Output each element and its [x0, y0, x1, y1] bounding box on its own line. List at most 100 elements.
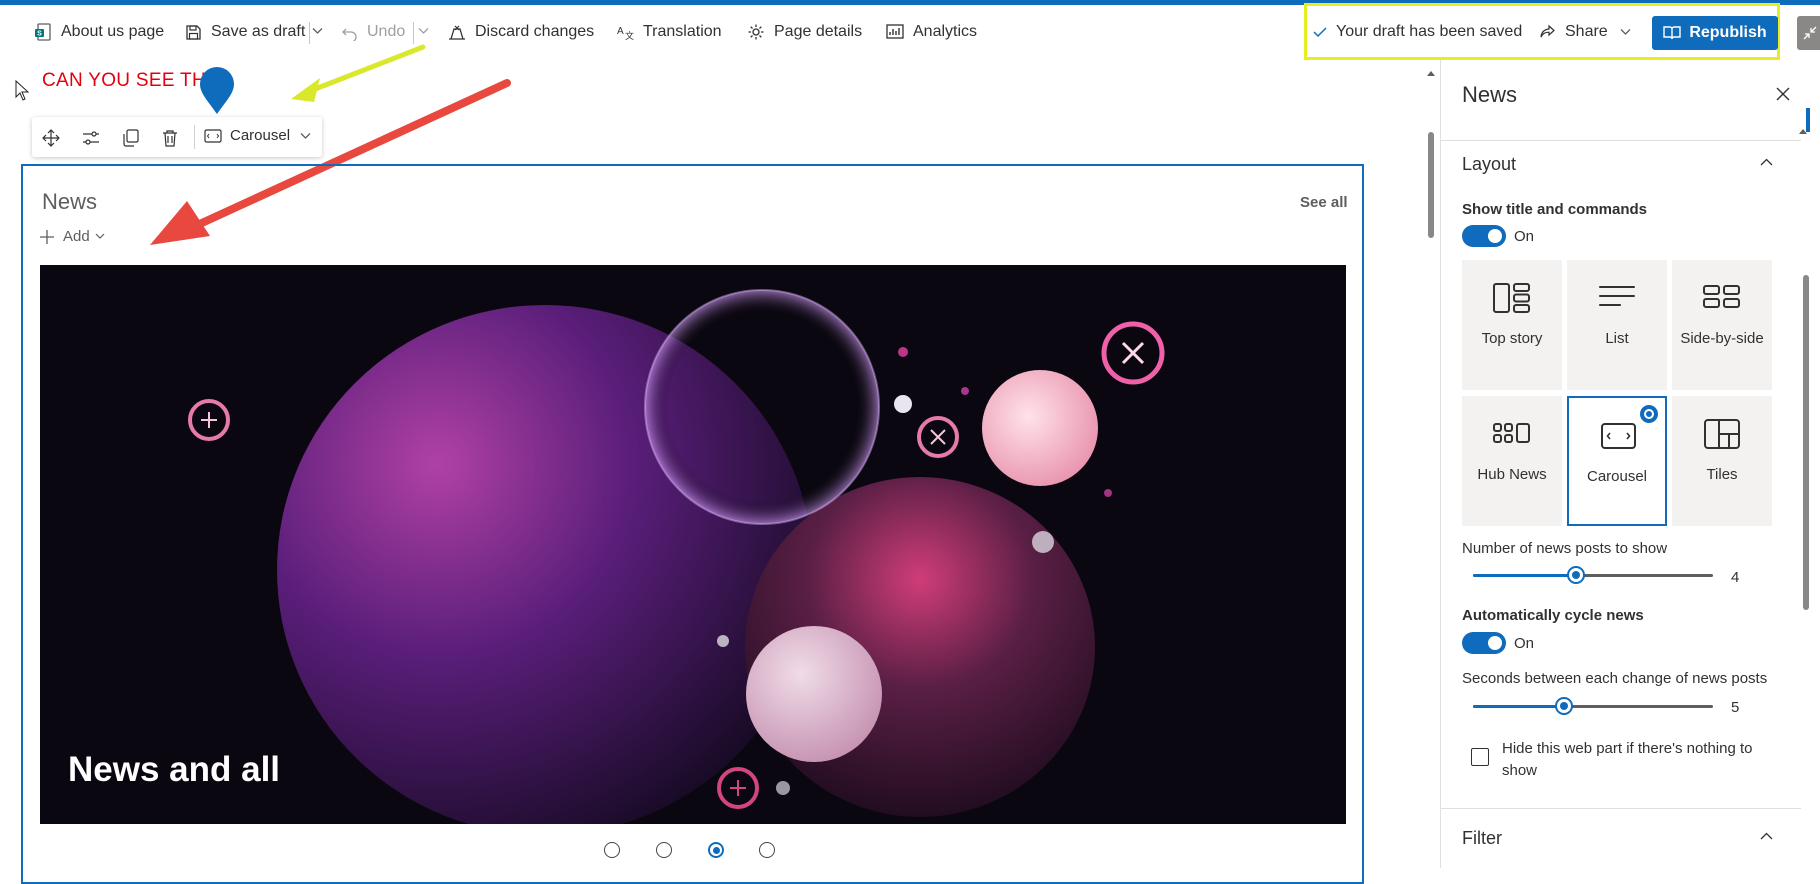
- plus-icon: [40, 229, 54, 244]
- carousel-dot-2[interactable]: [656, 842, 672, 858]
- carousel-dot-3[interactable]: [708, 842, 724, 858]
- seconds-label: Seconds between each change of news post…: [1462, 670, 1768, 687]
- discard-icon: [449, 25, 465, 40]
- layout-option-label: List: [1605, 330, 1629, 347]
- top-story-layout-icon: [1493, 283, 1530, 313]
- layout-option-hub-news[interactable]: Hub News: [1462, 396, 1562, 526]
- share-chevron-down-icon: [1620, 29, 1631, 35]
- carousel-icon: [204, 128, 222, 143]
- share-label: Share: [1565, 23, 1608, 40]
- draft-saved-status: Your draft has been saved: [1313, 20, 1522, 44]
- translation-label: Translation: [643, 23, 722, 40]
- web-part-toolbar: Carousel: [32, 117, 322, 157]
- share-icon: [1540, 24, 1555, 38]
- move-icon[interactable]: [42, 129, 60, 147]
- about-us-page-label: About us page: [61, 23, 165, 40]
- republish-label: Republish: [1689, 24, 1767, 41]
- carousel-dot-4[interactable]: [759, 842, 775, 858]
- undo-chevron-down-icon[interactable]: [418, 27, 429, 35]
- hide-web-part-label: Hide this web part if there's nothing to…: [1502, 740, 1753, 779]
- edit-properties-icon[interactable]: [82, 129, 100, 147]
- analytics-button[interactable]: Analytics: [886, 20, 977, 44]
- show-title-toggle[interactable]: [1462, 225, 1506, 247]
- share-button[interactable]: Share: [1539, 20, 1631, 44]
- analytics-icon: [886, 24, 904, 39]
- save-draft-chevron-down-icon[interactable]: [312, 27, 323, 35]
- layout-option-tiles[interactable]: Tiles: [1672, 396, 1772, 526]
- tiles-layout-icon: [1704, 419, 1740, 449]
- chevron-up-icon[interactable]: [1760, 158, 1773, 166]
- add-label: Add: [63, 228, 90, 245]
- duplicate-icon[interactable]: [122, 129, 140, 147]
- carousel-layout-icon: [1601, 423, 1636, 449]
- delete-trash-icon[interactable]: [161, 129, 179, 147]
- news-carousel-slide[interactable]: [40, 265, 1346, 824]
- chevron-down-icon: [300, 132, 311, 139]
- filter-section-header[interactable]: Filter: [1462, 828, 1502, 849]
- see-all-link[interactable]: See all: [1300, 194, 1348, 211]
- hide-web-part-checkbox[interactable]: [1471, 748, 1489, 766]
- add-news-button[interactable]: Add: [40, 228, 105, 245]
- svg-text:A: A: [617, 26, 624, 37]
- num-posts-slider-track[interactable]: [1473, 566, 1713, 584]
- seconds-slider-fill: [1473, 705, 1565, 708]
- panel-scroll-up-arrow-icon[interactable]: [1799, 128, 1807, 134]
- book-open-icon: [1663, 26, 1682, 40]
- layout-section-header[interactable]: Layout: [1462, 154, 1516, 175]
- collapse-panel-button[interactable]: [1797, 16, 1820, 50]
- translation-button[interactable]: A文 Translation: [616, 20, 722, 44]
- chevron-up-icon[interactable]: [1760, 832, 1773, 840]
- main-scrollbar[interactable]: [1426, 70, 1436, 860]
- about-us-page-button[interactable]: S About us page: [34, 20, 164, 44]
- layout-option-label: Top story: [1481, 330, 1543, 347]
- layout-option-label: Tiles: [1706, 466, 1738, 483]
- discard-changes-label: Discard changes: [475, 23, 595, 40]
- translation-icon: A文: [617, 26, 634, 41]
- hub-news-layout-icon: [1493, 423, 1530, 443]
- main-scrollbar-thumb[interactable]: [1428, 132, 1434, 238]
- auto-cycle-state: On: [1514, 635, 1535, 652]
- side-by-side-layout-icon: [1703, 285, 1740, 308]
- collapse-arrows-icon: [1803, 26, 1817, 40]
- sharepoint-page-icon: S: [35, 23, 51, 41]
- chevron-down-icon: [95, 233, 105, 239]
- auto-cycle-toggle[interactable]: [1462, 632, 1506, 654]
- layout-option-label: Side-by-side: [1680, 330, 1764, 347]
- selected-radio-indicator: [1638, 403, 1660, 425]
- num-posts-value: 4: [1731, 569, 1740, 586]
- undo-label: Undo: [367, 23, 406, 40]
- divider: [1441, 808, 1801, 809]
- close-icon[interactable]: [1776, 87, 1790, 101]
- divider: [1441, 140, 1801, 141]
- property-pane-scrollbar[interactable]: [1803, 275, 1809, 610]
- layout-option-side-by-side[interactable]: Side-by-side: [1672, 260, 1772, 390]
- show-title-state: On: [1514, 228, 1535, 245]
- save-icon: [186, 24, 201, 40]
- save-as-draft-label: Save as draft: [211, 23, 306, 40]
- show-title-label: Show title and commands: [1462, 201, 1648, 218]
- list-layout-icon: [1599, 286, 1635, 306]
- carousel-dot-1[interactable]: [604, 842, 620, 858]
- layout-option-label: Carousel: [1586, 468, 1648, 485]
- discard-changes-button[interactable]: Discard changes: [448, 20, 594, 44]
- republish-button[interactable]: Republish: [1652, 16, 1778, 50]
- svg-text:文: 文: [625, 30, 634, 41]
- page-details-label: Page details: [774, 23, 863, 40]
- property-pane-title: News: [1462, 82, 1518, 107]
- scroll-up-arrow-icon: [1427, 71, 1435, 76]
- layout-option-label: Hub News: [1477, 466, 1547, 483]
- gear-icon: [748, 24, 764, 40]
- undo-icon: [342, 28, 357, 41]
- layout-option-list[interactable]: List: [1567, 260, 1667, 390]
- draft-saved-label: Your draft has been saved: [1336, 23, 1523, 40]
- seconds-slider-track[interactable]: [1473, 697, 1713, 715]
- checkmark-icon: [1313, 27, 1327, 38]
- svg-text:S: S: [37, 31, 42, 38]
- carousel-slide-title[interactable]: News and all: [68, 750, 280, 790]
- seconds-value: 5: [1731, 699, 1740, 716]
- layout-dropdown[interactable]: Carousel: [204, 127, 311, 144]
- layout-option-top-story[interactable]: Top story: [1462, 260, 1562, 390]
- page-details-button[interactable]: Page details: [747, 20, 862, 44]
- mouse-cursor-icon: [15, 80, 29, 101]
- divider: [194, 125, 195, 149]
